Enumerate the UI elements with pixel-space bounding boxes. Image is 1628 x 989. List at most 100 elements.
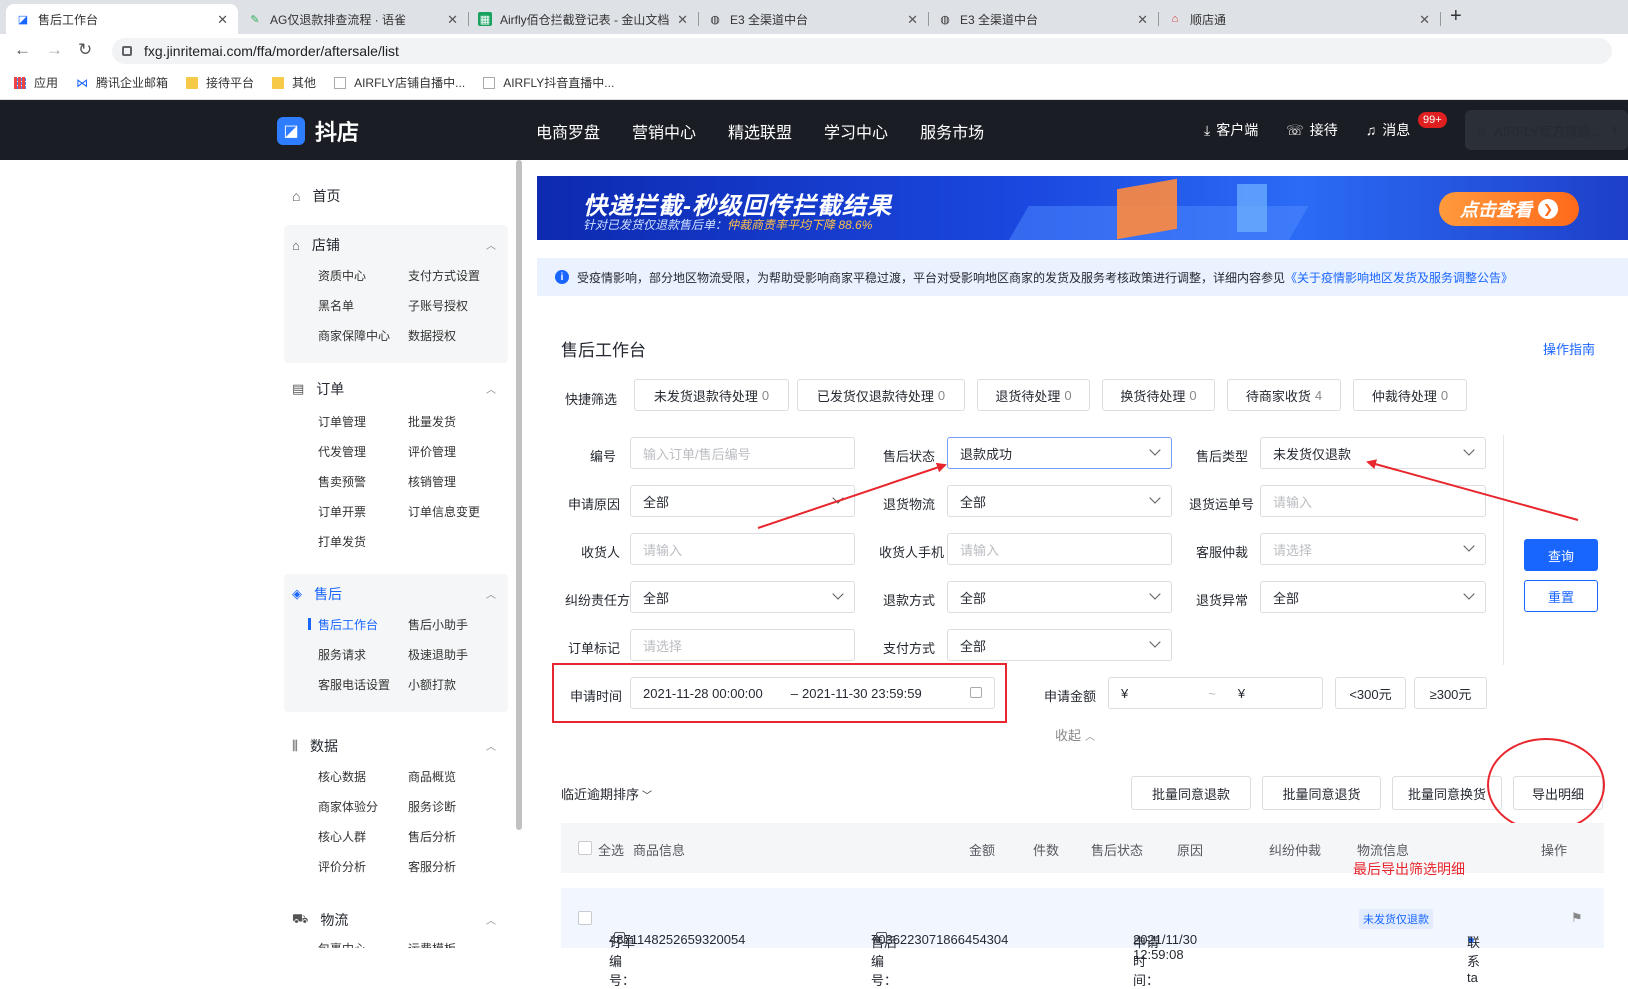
close-icon[interactable]: ✕ [1137, 12, 1148, 28]
quick-filter-button[interactable]: 仲裁待处理 0 [1353, 379, 1467, 411]
nav-item[interactable]: 电商罗盘 [536, 119, 600, 143]
sidebar-item[interactable]: 核心人群 [318, 828, 366, 845]
messages-link[interactable]: ♫ 消息 [1366, 120, 1411, 140]
quick-filter-button[interactable]: 退货待处理 0 [977, 379, 1090, 411]
chevron-up-icon[interactable]: ︿ [486, 738, 496, 753]
sidebar-section-header[interactable]: ⛟ 物流 [292, 910, 348, 930]
close-icon[interactable]: ✕ [217, 12, 228, 28]
bookmark-apps[interactable]: 应用 [14, 74, 58, 91]
sidebar-item[interactable]: 包裹中心 [318, 940, 366, 948]
forward-icon[interactable]: → [46, 40, 63, 60]
close-icon[interactable]: ✕ [447, 12, 458, 28]
reload-icon[interactable]: ↻ [78, 40, 92, 60]
browser-tab[interactable]: ◍ E3 全渠道中台 ✕ [928, 4, 1159, 34]
bookmark-folder[interactable]: 接待平台 [186, 74, 254, 91]
sidebar-item[interactable]: 小额打款 [408, 676, 456, 693]
chevron-up-icon[interactable]: ︿ [486, 912, 496, 927]
sidebar-item[interactable]: 数据授权 [408, 327, 456, 344]
return-exception-select[interactable]: 全部 [1260, 581, 1486, 613]
batch-exchange-button[interactable]: 批量同意换货 [1392, 776, 1502, 810]
chevron-up-icon[interactable]: ︿ [486, 237, 496, 252]
sidebar-item[interactable]: 订单管理 [318, 413, 366, 430]
browser-tab[interactable]: ✎ AG仅退款排查流程 · 语雀 ✕ [238, 4, 469, 34]
return-waybill-input[interactable]: 请输入 [1260, 485, 1486, 517]
sidebar-item[interactable]: 商家保障中心 [318, 327, 390, 344]
sidebar-item[interactable]: 极速退助手 [408, 646, 468, 663]
refund-method-select[interactable]: 全部 [947, 581, 1172, 613]
client-link[interactable]: ⤓ 客户端 [1204, 120, 1258, 140]
sidebar-item[interactable]: 批量发货 [408, 413, 456, 430]
sidebar-item-home[interactable]: ⌂ 首页 [292, 186, 340, 206]
copy-icon[interactable] [876, 932, 887, 943]
sidebar-item[interactable]: 商品概览 [408, 768, 456, 785]
sidebar-item-active[interactable]: 售后工作台 [318, 616, 378, 633]
chevron-up-icon[interactable]: ︿ [486, 381, 496, 396]
sidebar-item[interactable]: 支付方式设置 [408, 267, 480, 284]
flag-icon[interactable]: ⚑ [1571, 910, 1583, 926]
batch-refund-button[interactable]: 批量同意退款 [1131, 776, 1251, 810]
aftersale-status-select[interactable]: 退款成功 [947, 437, 1172, 469]
close-icon[interactable]: ✕ [677, 12, 688, 28]
apply-reason-select[interactable]: 全部 [630, 485, 855, 517]
sidebar-item[interactable]: 打单发货 [318, 533, 366, 550]
chevron-up-icon[interactable]: ︿ [486, 586, 496, 601]
quick-filter-button[interactable]: 已发货仅退款待处理 0 [797, 379, 965, 411]
sort-dropdown[interactable]: 临近逾期排序 ﹀ [561, 784, 652, 803]
sidebar-item[interactable]: 资质中心 [318, 267, 366, 284]
close-icon[interactable]: ✕ [1419, 12, 1430, 28]
url-field[interactable]: fxg.jinritemai.com/ffa/morder/aftersale/… [112, 38, 1612, 64]
sidebar-item[interactable]: 核销管理 [408, 473, 456, 490]
cs-arbitration-select[interactable]: 请选择 [1260, 533, 1486, 565]
notice-link[interactable]: 《关于疫情影响地区发货及服务调整公告》 [1285, 269, 1513, 286]
sidebar-item[interactable]: 黑名单 [318, 297, 354, 314]
promo-banner[interactable]: 快递拦截-秒级回传拦截结果 针对已发货仅退款售后单：仲裁商责率平均下降 88.6… [537, 176, 1628, 240]
nav-item[interactable]: 服务市场 [920, 119, 984, 143]
nav-item[interactable]: 学习中心 [824, 119, 888, 143]
guide-link[interactable]: 操作指南 [1543, 339, 1595, 358]
bookmark-folder[interactable]: 其他 [272, 74, 316, 91]
sidebar-item[interactable]: 评价分析 [318, 858, 366, 875]
sidebar-item[interactable]: 服务请求 [318, 646, 366, 663]
sidebar-item[interactable]: 服务诊断 [408, 798, 456, 815]
payment-method-select[interactable]: 全部 [947, 629, 1172, 661]
amount-gte-300-button[interactable]: ≥300元 [1414, 677, 1487, 709]
browser-tab[interactable]: ◪ 售后工作台 ✕ [6, 4, 238, 34]
order-mark-select[interactable]: 请选择 [630, 629, 855, 661]
sidebar-item[interactable]: 售卖预警 [318, 473, 366, 490]
copy-icon[interactable] [614, 932, 625, 943]
sidebar-item[interactable]: 代发管理 [318, 443, 366, 460]
sidebar-item[interactable]: 售后分析 [408, 828, 456, 845]
sidebar-item[interactable]: 客服分析 [408, 858, 456, 875]
reset-button[interactable]: 重置 [1524, 580, 1598, 612]
sidebar-item[interactable]: 订单信息变更 [408, 503, 480, 520]
quick-filter-button[interactable]: 未发货退款待处理 0 [634, 379, 789, 411]
close-icon[interactable]: ✕ [907, 12, 918, 28]
browser-tab[interactable]: ⌂ 顺店通 ✕ [1158, 4, 1441, 34]
sidebar-item[interactable]: 订单开票 [318, 503, 366, 520]
sidebar-section-header[interactable]: ◈ 售后 [292, 584, 342, 604]
amount-range-input[interactable]: ¥ ~ ¥ [1108, 677, 1323, 709]
new-tab-button[interactable]: + [1450, 5, 1462, 28]
return-logistics-select[interactable]: 全部 [947, 485, 1172, 517]
sidebar-item[interactable]: 评价管理 [408, 443, 456, 460]
dispute-party-select[interactable]: 全部 [630, 581, 855, 613]
back-icon[interactable]: ← [14, 40, 31, 60]
sidebar-item[interactable]: 商家体验分 [318, 798, 378, 815]
banner-cta-button[interactable]: 点击查看 ❯ [1439, 192, 1579, 226]
aftersale-type-select[interactable]: 未发货仅退款 [1260, 437, 1486, 469]
collapse-toggle[interactable]: 收起 ︿ [1055, 725, 1095, 744]
nav-item[interactable]: 营销中心 [632, 119, 696, 143]
sidebar-item[interactable]: 运费模板 [408, 940, 456, 948]
order-number-input[interactable]: 输入订单/售后编号 [630, 437, 855, 469]
sidebar-section-header[interactable]: ⫼ 数据 [292, 736, 338, 756]
sidebar-item[interactable]: 子账号授权 [408, 297, 468, 314]
browser-tab[interactable]: ▦ Airfly佰仓拦截登记表 - 金山文档 ✕ [468, 4, 699, 34]
amount-lt-300-button[interactable]: <300元 [1335, 677, 1406, 709]
batch-return-button[interactable]: 批量同意退货 [1262, 776, 1381, 810]
sidebar-scrollbar[interactable] [516, 160, 522, 830]
sidebar-section-header[interactable]: ⌂ 店铺 [292, 235, 340, 255]
select-all-checkbox[interactable] [578, 841, 592, 855]
receiver-phone-input[interactable]: 请输入 [947, 533, 1172, 565]
quick-filter-button[interactable]: 待商家收货 4 [1227, 379, 1341, 411]
browser-tab[interactable]: ◍ E3 全渠道中台 ✕ [698, 4, 929, 34]
